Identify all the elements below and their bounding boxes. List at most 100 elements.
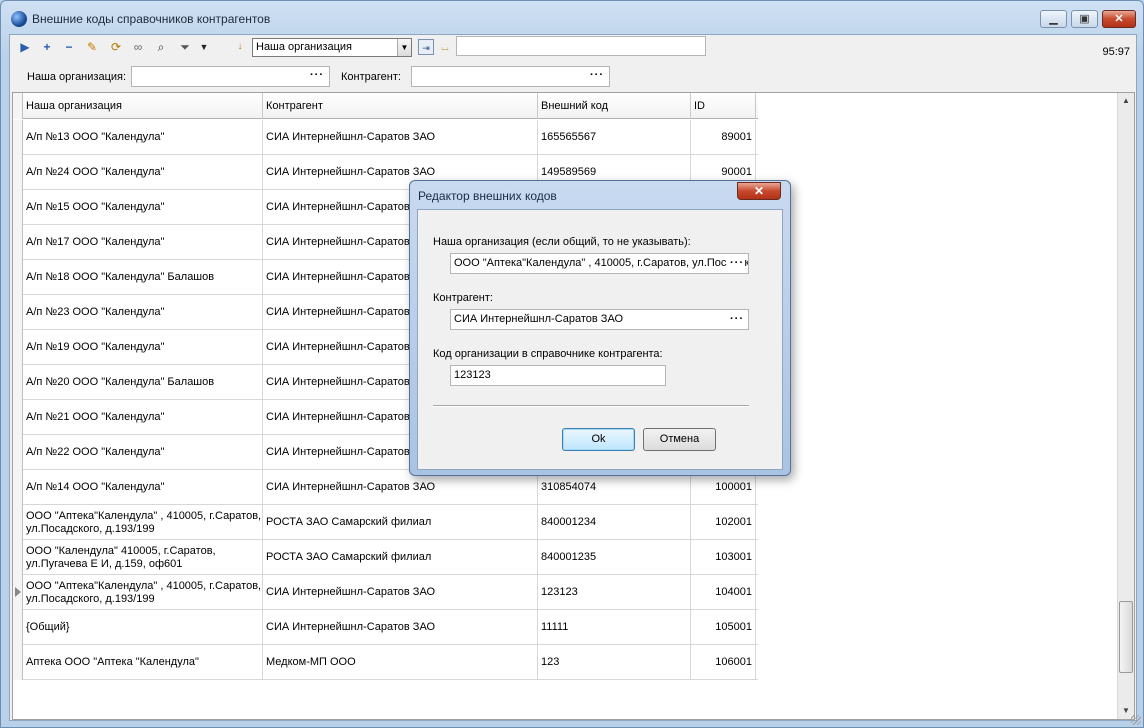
header-corner: [13, 93, 23, 119]
cell-org[interactable]: А/п №20 ООО "Календула" Балашов: [23, 365, 263, 400]
cell-org[interactable]: А/п №15 ООО "Календула": [23, 190, 263, 225]
table-row[interactable]: А/п №13 ООО "Календула" СИА Интернейшнл-С…: [13, 120, 758, 155]
cell-contractor[interactable]: СИА Интернейшнл-Саратов ЗАО: [263, 610, 538, 645]
cell-org[interactable]: ООО "Аптека"Календула" , 410005, г.Сарат…: [23, 575, 263, 610]
cell-id[interactable]: 103001: [691, 540, 756, 575]
ok-button[interactable]: Ok: [562, 428, 635, 451]
table-row[interactable]: {Общий} СИА Интернейшнл-Саратов ЗАО 11111 1…: [13, 610, 758, 645]
dialog-org-label: Наша организация (если общий, то не указ…: [433, 236, 691, 248]
row-indicator[interactable]: [13, 610, 23, 645]
sort-icon[interactable]: ↓: [232, 39, 248, 55]
cell-id[interactable]: 102001: [691, 505, 756, 540]
cell-contractor[interactable]: СИА Интернейшнл-Саратов ЗАО: [263, 575, 538, 610]
cell-contractor[interactable]: РОСТА ЗАО Самарский филиал: [263, 505, 538, 540]
cell-org[interactable]: А/п №18 ООО "Календула" Балашов: [23, 260, 263, 295]
row-indicator[interactable]: [13, 120, 23, 155]
row-indicator[interactable]: [13, 225, 23, 260]
cell-id[interactable]: 105001: [691, 610, 756, 645]
find-icon[interactable]: ⌕: [153, 39, 169, 55]
cell-org[interactable]: А/п №24 ООО "Календула": [23, 155, 263, 190]
search-input[interactable]: [456, 36, 706, 56]
maximize-button[interactable]: ▣: [1071, 10, 1098, 28]
row-indicator[interactable]: [13, 400, 23, 435]
cancel-button[interactable]: Отмена: [643, 428, 716, 451]
remove-icon[interactable]: −: [61, 39, 77, 55]
column-header-id[interactable]: ID: [691, 93, 756, 119]
row-indicator[interactable]: [13, 155, 23, 190]
cell-org[interactable]: ООО "Календула" 410005, г.Саратов, ул.Пу…: [23, 540, 263, 575]
table-row[interactable]: ООО "Календула" 410005, г.Саратов, ул.Пу…: [13, 540, 758, 575]
table-row[interactable]: ООО "Аптека"Календула" , 410005, г.Сарат…: [13, 505, 758, 540]
sort-direction-icon[interactable]: ⇥: [418, 39, 434, 55]
cell-code[interactable]: 123: [538, 645, 691, 680]
row-indicator[interactable]: [13, 470, 23, 505]
column-header-contractor[interactable]: Контрагент: [263, 93, 538, 119]
row-indicator[interactable]: [13, 575, 23, 610]
ellipsis-icon[interactable]: ···: [727, 310, 744, 329]
table-row[interactable]: ООО "Аптека"Календула" , 410005, г.Сарат…: [13, 575, 758, 610]
table-row[interactable]: Аптека ООО "Аптека "Календула" Медком-МП …: [13, 645, 758, 680]
column-header-code[interactable]: Внешний код: [538, 93, 691, 119]
cell-contractor[interactable]: РОСТА ЗАО Самарский филиал: [263, 540, 538, 575]
close-button[interactable]: ✕: [1102, 10, 1136, 28]
dialog-contractor-label: Контрагент:: [433, 292, 493, 304]
ellipsis-icon[interactable]: ···: [590, 69, 604, 81]
sort-field-select[interactable]: Наша организация ▼: [252, 38, 412, 57]
dialog-code-field[interactable]: 123123: [450, 365, 666, 386]
cell-code[interactable]: 11111: [538, 610, 691, 645]
row-indicator[interactable]: [13, 365, 23, 400]
cell-org[interactable]: А/п №23 ООО "Календула": [23, 295, 263, 330]
cell-contractor[interactable]: Медком-МП ООО: [263, 645, 538, 680]
ellipsis-icon[interactable]: ···: [310, 69, 324, 81]
cell-org[interactable]: А/п №17 ООО "Календула": [23, 225, 263, 260]
row-indicator[interactable]: [13, 190, 23, 225]
row-indicator[interactable]: [13, 645, 23, 680]
cell-org[interactable]: А/п №13 ООО "Календула": [23, 120, 263, 155]
cell-id[interactable]: 106001: [691, 645, 756, 680]
cell-org[interactable]: А/п №19 ООО "Календула": [23, 330, 263, 365]
play-icon[interactable]: ▶: [17, 39, 33, 55]
grid-header: Наша организация Контрагент Внешний код …: [13, 93, 758, 119]
cell-code[interactable]: 840001234: [538, 505, 691, 540]
link-icon[interactable]: ∞: [130, 39, 146, 55]
vertical-scrollbar[interactable]: ▲ ▼: [1117, 93, 1134, 719]
dropdown-arrow-icon[interactable]: ▼: [196, 39, 212, 55]
edit-icon[interactable]: ✎: [84, 39, 100, 55]
contractor-filter-field[interactable]: ···: [411, 66, 610, 87]
cell-id[interactable]: 104001: [691, 575, 756, 610]
row-indicator[interactable]: [13, 295, 23, 330]
dialog-org-field[interactable]: ООО "Аптека"Календула" , 410005, г.Сарат…: [450, 253, 749, 274]
cell-org[interactable]: {Общий}: [23, 610, 263, 645]
cell-code[interactable]: 840001235: [538, 540, 691, 575]
chevron-down-icon[interactable]: ▼: [397, 39, 411, 56]
minimize-button[interactable]: ▁: [1040, 10, 1067, 28]
row-indicator[interactable]: [13, 260, 23, 295]
dialog-contractor-field[interactable]: СИА Интернейшнл-Саратов ЗАО ···: [450, 309, 749, 330]
cell-id[interactable]: 89001: [691, 120, 756, 155]
dialog-body: Наша организация (если общий, то не указ…: [417, 209, 783, 470]
refresh-icon[interactable]: ⟳: [108, 39, 124, 55]
title-bar[interactable]: Внешние коды справочников контрагентов ▁…: [1, 1, 1143, 35]
ellipsis-icon[interactable]: ···: [727, 254, 744, 273]
org-filter-field[interactable]: ···: [131, 66, 330, 87]
column-header-org[interactable]: Наша организация: [23, 93, 263, 119]
filter-icon[interactable]: ⏷: [177, 39, 193, 55]
underline-icon[interactable]: ⌴: [437, 39, 453, 55]
cell-org[interactable]: ООО "Аптека"Календула" , 410005, г.Сарат…: [23, 505, 263, 540]
dialog-close-button[interactable]: ✕: [737, 182, 781, 200]
row-indicator[interactable]: [13, 505, 23, 540]
resize-grip[interactable]: [1131, 715, 1141, 725]
cell-org[interactable]: А/п №21 ООО "Календула": [23, 400, 263, 435]
scroll-thumb[interactable]: [1119, 601, 1133, 673]
cell-contractor[interactable]: СИА Интернейшнл-Саратов ЗАО: [263, 120, 538, 155]
cell-org[interactable]: Аптека ООО "Аптека "Календула": [23, 645, 263, 680]
row-indicator[interactable]: [13, 435, 23, 470]
add-icon[interactable]: +: [39, 39, 55, 55]
cell-org[interactable]: А/п №22 ООО "Календула": [23, 435, 263, 470]
row-indicator[interactable]: [13, 540, 23, 575]
scroll-up-icon[interactable]: ▲: [1118, 93, 1134, 109]
cell-code[interactable]: 165565567: [538, 120, 691, 155]
cell-org[interactable]: А/п №14 ООО "Календула": [23, 470, 263, 505]
row-indicator[interactable]: [13, 330, 23, 365]
cell-code[interactable]: 123123: [538, 575, 691, 610]
